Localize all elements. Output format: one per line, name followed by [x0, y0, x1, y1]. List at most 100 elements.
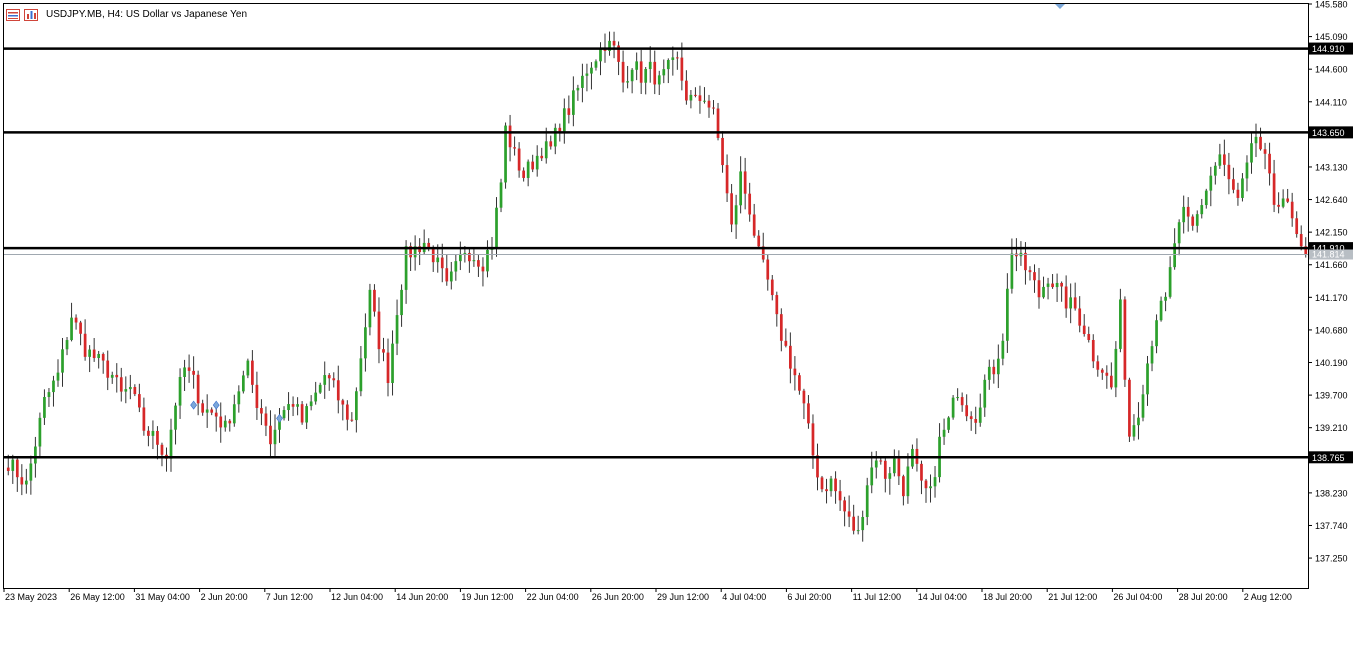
candle-body[interactable]	[757, 235, 761, 247]
candle-body[interactable]	[1155, 320, 1158, 347]
candle-body[interactable]	[513, 147, 516, 149]
candle-body[interactable]	[11, 459, 15, 471]
candle-body[interactable]	[535, 155, 539, 170]
candle-body[interactable]	[454, 261, 458, 272]
candle-body[interactable]	[874, 460, 878, 468]
candle-body[interactable]	[1146, 363, 1149, 395]
candle-body[interactable]	[639, 61, 643, 83]
candle-body[interactable]	[1091, 339, 1095, 362]
candle-body[interactable]	[1281, 198, 1285, 207]
candle-body[interactable]	[540, 155, 544, 159]
candle-body[interactable]	[1250, 143, 1253, 163]
candle-body[interactable]	[504, 125, 507, 183]
candle-body[interactable]	[404, 246, 408, 290]
candle-body[interactable]	[15, 459, 19, 478]
candle-body[interactable]	[97, 353, 101, 359]
candle-body[interactable]	[449, 271, 453, 282]
candle-body[interactable]	[992, 366, 996, 375]
candle-body[interactable]	[1078, 308, 1082, 326]
candle-body[interactable]	[124, 389, 128, 392]
candle-body[interactable]	[730, 193, 733, 225]
candle-body[interactable]	[748, 193, 752, 215]
candle-body[interactable]	[829, 478, 833, 492]
candle-body[interactable]	[269, 425, 272, 445]
candle-body[interactable]	[1241, 178, 1244, 198]
candle-body[interactable]	[38, 417, 42, 447]
candle-body[interactable]	[174, 405, 177, 430]
candle-body[interactable]	[160, 444, 164, 455]
trade-marker-icon[interactable]	[190, 400, 197, 410]
candle-body[interactable]	[138, 394, 141, 408]
candle-body[interactable]	[1033, 272, 1036, 281]
candle-body[interactable]	[1164, 296, 1167, 301]
candle-body[interactable]	[1223, 154, 1226, 165]
candle-body[interactable]	[147, 430, 150, 436]
candle-body[interactable]	[707, 100, 711, 108]
candle-body[interactable]	[703, 100, 706, 102]
candle-body[interactable]	[323, 375, 327, 385]
candle-body[interactable]	[440, 257, 444, 269]
candle-body[interactable]	[1286, 198, 1290, 202]
candle-body[interactable]	[572, 90, 575, 115]
candle-body[interactable]	[1082, 325, 1086, 334]
candle-body[interactable]	[531, 161, 535, 170]
candle-body[interactable]	[1051, 283, 1054, 288]
candle-body[interactable]	[594, 61, 598, 68]
candle-body[interactable]	[287, 404, 290, 411]
candle-body[interactable]	[241, 375, 245, 392]
candle-body[interactable]	[214, 412, 218, 417]
candle-body[interactable]	[902, 476, 905, 497]
candle-body[interactable]	[784, 340, 788, 346]
candle-body[interactable]	[1055, 282, 1059, 288]
candle-body[interactable]	[1195, 214, 1199, 226]
candle-body[interactable]	[1150, 346, 1154, 364]
candle-body[interactable]	[20, 477, 24, 485]
candle-body[interactable]	[1006, 288, 1009, 341]
candle-body[interactable]	[83, 333, 87, 357]
candle-body[interactable]	[350, 419, 354, 421]
candle-body[interactable]	[1105, 372, 1109, 376]
candle-body[interactable]	[65, 340, 69, 350]
candle-body[interactable]	[345, 404, 349, 420]
candle-body[interactable]	[648, 61, 652, 70]
candle-body[interactable]	[1001, 340, 1005, 359]
candle-body[interactable]	[544, 141, 548, 159]
candle-body[interactable]	[79, 322, 82, 334]
candle-body[interactable]	[183, 367, 186, 377]
candle-body[interactable]	[156, 430, 159, 445]
candle-body[interactable]	[1042, 286, 1045, 298]
candle-body[interactable]	[685, 80, 688, 101]
candle-body[interactable]	[834, 478, 837, 492]
candle-body[interactable]	[1254, 136, 1258, 144]
candle-body[interactable]	[210, 409, 214, 413]
candle-body[interactable]	[1227, 164, 1231, 180]
candle-body[interactable]	[951, 397, 955, 418]
candle-body[interactable]	[662, 69, 666, 76]
candle-body[interactable]	[1236, 189, 1240, 198]
candle-body[interactable]	[811, 423, 815, 456]
candle-body[interactable]	[847, 511, 851, 517]
candle-body[interactable]	[395, 315, 399, 344]
candle-body[interactable]	[70, 317, 73, 341]
candle-body[interactable]	[128, 387, 132, 390]
candle-body[interactable]	[883, 460, 887, 479]
candle-body[interactable]	[956, 397, 959, 399]
candle-body[interactable]	[205, 409, 209, 413]
candle-body[interactable]	[581, 75, 584, 88]
candle-body[interactable]	[852, 516, 856, 531]
candle-body[interactable]	[43, 397, 46, 418]
candle-body[interactable]	[689, 94, 693, 101]
candle-body[interactable]	[644, 69, 648, 83]
candle-body[interactable]	[978, 407, 982, 423]
candle-body[interactable]	[481, 266, 485, 272]
candle-body[interactable]	[567, 108, 571, 115]
candle-body[interactable]	[906, 466, 910, 497]
candle-body[interactable]	[495, 207, 498, 248]
candle-body[interactable]	[1268, 153, 1271, 174]
candle-body[interactable]	[942, 429, 946, 437]
candle-body[interactable]	[29, 463, 33, 481]
candle-body[interactable]	[1132, 425, 1136, 437]
candle-body[interactable]	[1123, 299, 1127, 380]
candle-body[interactable]	[400, 289, 403, 316]
candle-body[interactable]	[373, 289, 376, 312]
